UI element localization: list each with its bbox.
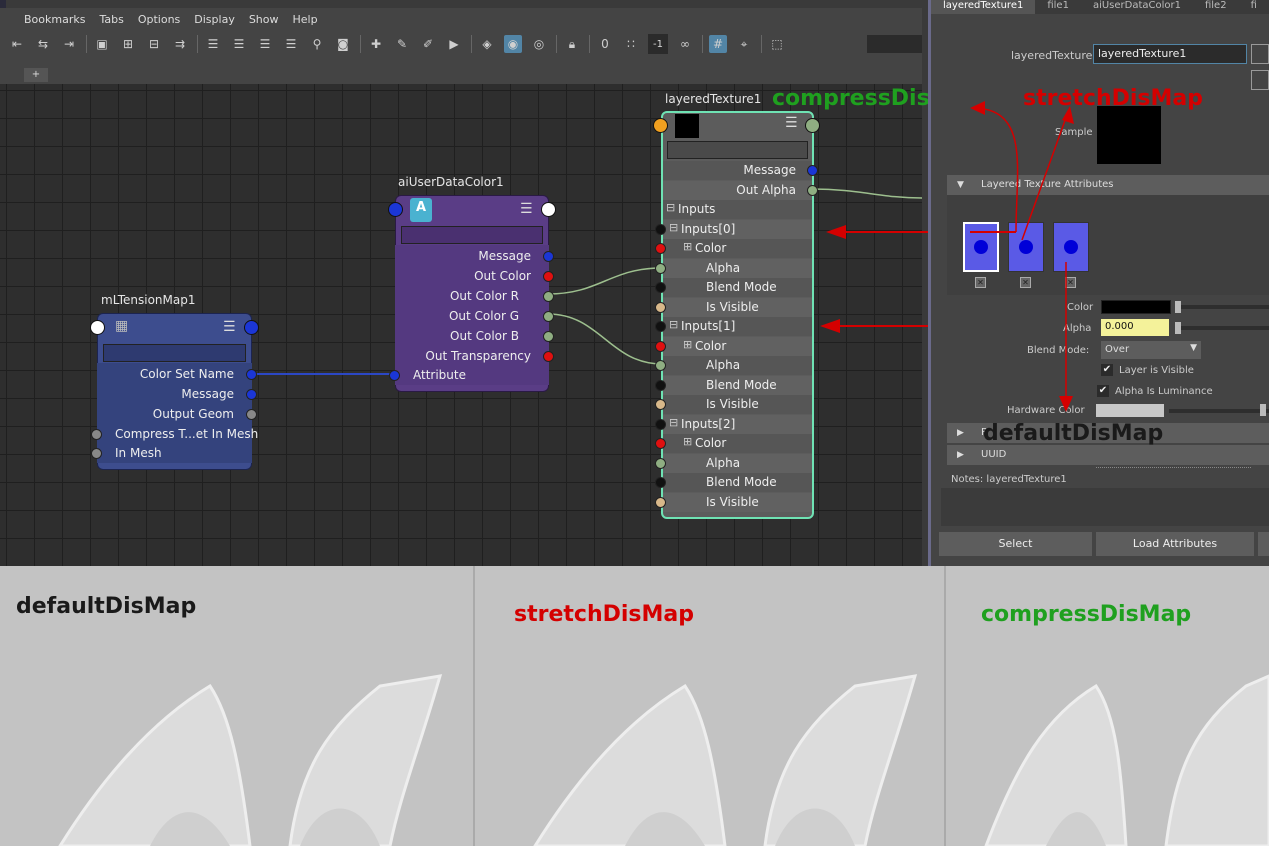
overlay-stretch-label: stretchDisMap	[1023, 86, 1203, 111]
screenshot-root: Bookmarks Tabs Options Display Show Help…	[0, 0, 1269, 846]
panel-default-dismap: defaultDisMap	[0, 566, 473, 846]
arrow-head-default	[1059, 396, 1073, 412]
overlay-default-label: defaultDisMap	[983, 421, 1164, 446]
panel-compress-dismap: compressDisMap	[946, 566, 1269, 846]
uv-map-image	[533, 674, 918, 846]
arrow-stretch-link	[1021, 111, 1069, 241]
panel-stretch-dismap: stretchDisMap	[475, 566, 944, 846]
uv-map-image	[984, 674, 1269, 846]
arrow-head-compress	[970, 101, 985, 115]
panel-divider	[944, 566, 946, 846]
panel-divider	[473, 566, 475, 846]
annotation-arrows-overlay	[970, 101, 1074, 412]
arrow-compress-link	[974, 107, 1019, 233]
uv-map-image	[58, 674, 443, 846]
